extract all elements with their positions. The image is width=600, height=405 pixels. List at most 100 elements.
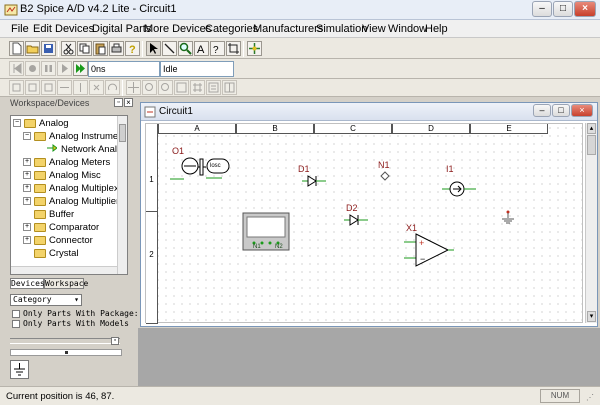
packages-checkbox[interactable] <box>12 310 20 318</box>
cut-icon[interactable] <box>61 41 76 56</box>
chevron-down-icon: ▾ <box>74 295 79 304</box>
menu-digital-parts[interactable]: Digital Parts <box>92 23 151 35</box>
open-folder-icon[interactable] <box>25 41 40 56</box>
panel-toggle-icon[interactable]: ▫ <box>111 337 119 345</box>
panel-close-icon[interactable]: × <box>124 98 133 107</box>
category-select[interactable]: Category ▾ <box>10 294 82 306</box>
menu-devices[interactable]: Devices <box>55 23 94 35</box>
preview-slider[interactable] <box>10 349 122 356</box>
tree-scroll-thumb[interactable] <box>119 124 126 142</box>
expand-icon[interactable]: + <box>23 236 31 245</box>
menu-manufacturers[interactable]: Manufacturers <box>253 23 323 35</box>
oscillator-symbol[interactable] <box>170 154 234 184</box>
paste-icon[interactable] <box>93 41 108 56</box>
tree-item-analog-multiplier[interactable]: + Analog Multiplier <box>23 196 119 209</box>
tab-workspace[interactable]: Workspace <box>44 278 88 289</box>
tree-item-buffer[interactable]: Buffer <box>34 209 74 222</box>
time-field[interactable]: 0ns <box>88 61 160 77</box>
align-left-icon[interactable] <box>9 80 24 95</box>
save-icon[interactable] <box>41 41 56 56</box>
align-top-icon[interactable] <box>57 80 72 95</box>
select-arrow-icon[interactable] <box>146 41 161 56</box>
workspace-title: Workspace/Devices <box>10 98 90 108</box>
menu-help[interactable]: Help <box>425 23 448 35</box>
scroll-down-icon[interactable]: ▾ <box>587 311 596 322</box>
circuit-close-button[interactable]: × <box>571 104 593 117</box>
tree-item-crystal[interactable]: Crystal <box>34 248 79 261</box>
align-center-icon[interactable] <box>25 80 40 95</box>
zoom-icon[interactable] <box>178 41 193 56</box>
zoom-out-icon[interactable] <box>158 80 173 95</box>
collapse-icon[interactable]: − <box>23 132 31 141</box>
minimize-button[interactable]: – <box>532 1 552 17</box>
close-button[interactable]: × <box>574 1 596 17</box>
menu-view[interactable]: View <box>362 23 386 35</box>
rewind-icon[interactable] <box>9 61 24 76</box>
schematic-sheet[interactable]: A B C D E 1 2 O1 losc D1 N1 I1 N1 N2 D2 … <box>145 123 583 324</box>
expand-icon[interactable]: + <box>23 223 31 232</box>
flip-horizontal-icon[interactable] <box>126 80 141 95</box>
expand-icon[interactable]: + <box>23 158 31 167</box>
menu-categories[interactable]: Categories <box>205 23 258 35</box>
menu-window[interactable]: Window <box>388 23 427 35</box>
scroll-up-icon[interactable]: ▴ <box>587 123 596 134</box>
rotate-icon[interactable] <box>105 80 120 95</box>
tree-item-analog[interactable]: − Analog <box>13 118 69 131</box>
fit-page-icon[interactable] <box>174 80 189 95</box>
pause-icon[interactable] <box>41 61 56 76</box>
current-source-symbol[interactable] <box>442 179 478 199</box>
expand-icon[interactable]: + <box>23 171 31 180</box>
crop-icon[interactable] <box>226 41 241 56</box>
sheet-vscrollbar[interactable]: ▴ ▾ <box>585 123 597 323</box>
opamp-symbol[interactable]: + − <box>404 232 454 268</box>
wire-tool-icon[interactable] <box>162 41 177 56</box>
grid-icon[interactable] <box>190 80 205 95</box>
stop-icon[interactable] <box>25 61 40 76</box>
diode-d1-symbol[interactable] <box>302 174 326 188</box>
splitter[interactable] <box>10 338 120 344</box>
tree-vscrollbar[interactable] <box>117 116 127 274</box>
expand-icon[interactable]: + <box>23 184 31 193</box>
models-checkbox[interactable] <box>12 320 20 328</box>
text-tool-icon[interactable]: A <box>194 41 209 56</box>
maximize-button[interactable]: □ <box>553 1 573 17</box>
tree-item-analog-meters[interactable]: + Analog Meters <box>23 157 110 170</box>
tree-item-analog-instruments[interactable]: − Analog Instrumen <box>23 131 123 144</box>
zoom-in-icon[interactable] <box>142 80 157 95</box>
circuit-restore-button[interactable]: □ <box>552 104 570 117</box>
expand-icon[interactable]: + <box>23 197 31 206</box>
tree-item-network-analyzer[interactable]: Network Anal <box>47 144 117 157</box>
diode-d2-symbol[interactable] <box>344 213 368 227</box>
help-icon[interactable]: ? <box>125 41 140 56</box>
tab-devices[interactable]: Devices <box>10 278 45 289</box>
collapse-icon[interactable]: − <box>13 119 21 128</box>
resize-grip-icon[interactable]: ⋰ <box>586 393 594 402</box>
menu-edit[interactable]: Edit <box>33 23 52 35</box>
tree-hscrollbar[interactable] <box>11 266 117 274</box>
properties-icon[interactable] <box>206 80 221 95</box>
ground-preview-icon[interactable] <box>10 360 29 379</box>
print-icon[interactable] <box>109 41 124 56</box>
tree-item-analog-multiplexer[interactable]: + Analog Multiplex <box>23 183 119 196</box>
copy-icon[interactable] <box>77 41 92 56</box>
layout-icon[interactable] <box>222 80 237 95</box>
align-bottom-icon[interactable] <box>89 80 104 95</box>
align-right-icon[interactable] <box>41 80 56 95</box>
circuit-minimize-button[interactable]: – <box>533 104 551 117</box>
node-n1-symbol[interactable] <box>380 171 390 181</box>
ground-icon[interactable] <box>500 210 516 226</box>
tree-item-analog-misc[interactable]: + Analog Misc <box>23 170 101 183</box>
tree-item-connector[interactable]: + Connector <box>23 235 93 248</box>
run-simulation-icon[interactable] <box>73 61 88 76</box>
probe-icon[interactable] <box>247 41 262 56</box>
tree-item-comparator[interactable]: + Comparator <box>23 222 99 235</box>
panel-pin-icon[interactable]: ▫ <box>114 98 123 107</box>
menu-simulation[interactable]: Simulation <box>316 23 367 35</box>
node-tool-icon[interactable]: ? <box>210 41 225 56</box>
step-icon[interactable] <box>57 61 72 76</box>
align-middle-icon[interactable] <box>73 80 88 95</box>
menu-file[interactable]: File <box>11 23 29 35</box>
sheet-scroll-thumb[interactable] <box>587 135 596 155</box>
new-file-icon[interactable] <box>9 41 24 56</box>
menu-more-devices[interactable]: More Devices <box>144 23 211 35</box>
